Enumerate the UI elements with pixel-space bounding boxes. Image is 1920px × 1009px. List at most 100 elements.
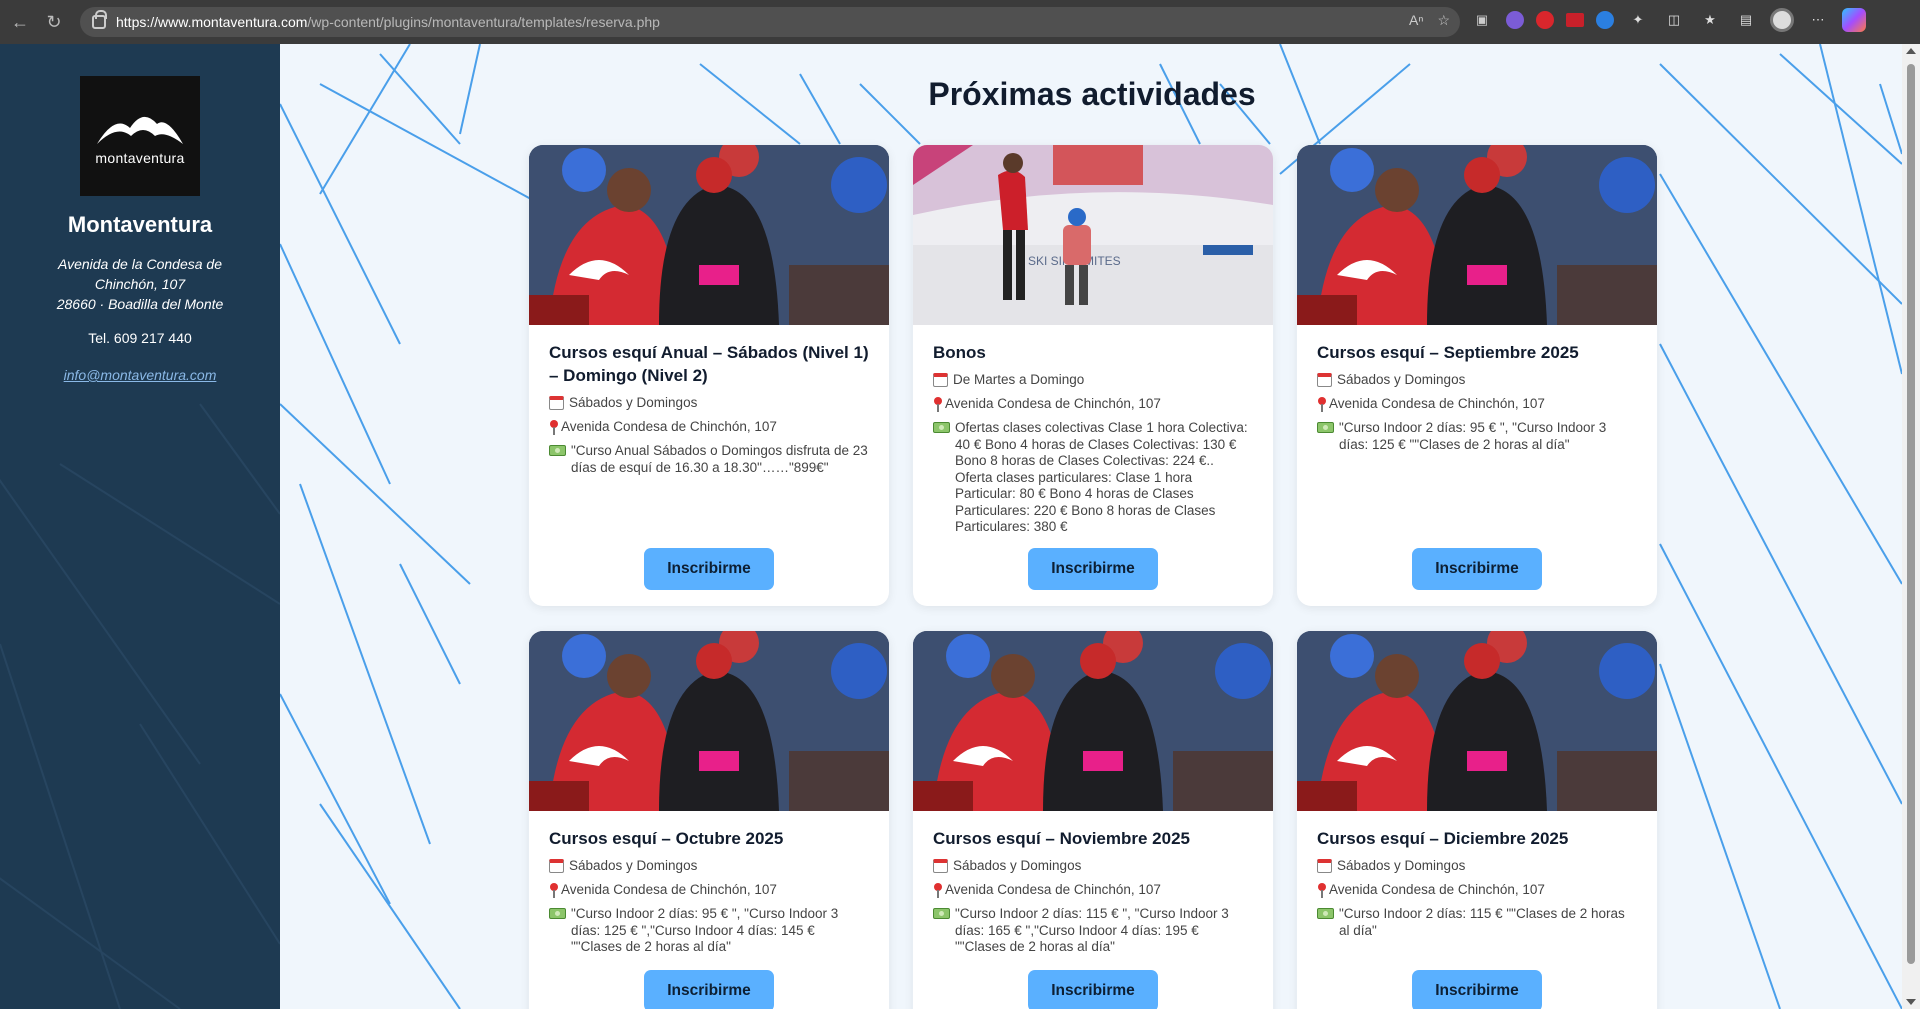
pushpin-icon xyxy=(933,883,942,898)
address-line: Avenida de la Condesa de Chinchón, 107 xyxy=(58,256,222,292)
main-content: Próximas actividades Cursos esquí Anual … xyxy=(280,44,1902,1009)
activity-card: Cursos esquí – Octubre 2025 Sábados y Do… xyxy=(529,631,889,1009)
enroll-button[interactable]: Inscribirme xyxy=(1412,548,1542,590)
activity-title: Cursos esquí Anual – Sábados (Nivel 1) –… xyxy=(549,343,869,385)
enroll-button[interactable]: Inscribirme xyxy=(644,548,774,590)
lock-icon[interactable] xyxy=(92,10,107,29)
activity-price: "Curso Indoor 2 días: 95 € ", "Curso Ind… xyxy=(1317,420,1637,453)
extension-icon[interactable] xyxy=(1506,11,1524,29)
activity-image xyxy=(1297,631,1657,811)
kids-ski-class-photo xyxy=(529,631,889,811)
back-icon[interactable]: ← xyxy=(6,8,34,36)
activity-location: Avenida Condesa de Chinchón, 107 xyxy=(933,882,1253,898)
activity-price: "Curso Anual Sábados o Domingos disfruta… xyxy=(549,443,869,476)
kids-ski-class-photo xyxy=(913,631,1273,811)
pushpin-icon xyxy=(1317,883,1326,898)
read-aloud-icon[interactable]: Aⁿ xyxy=(1409,12,1423,29)
activity-schedule: Sábados y Domingos xyxy=(1317,372,1637,388)
calendar-icon xyxy=(1317,373,1332,387)
activity-image: SKI SIN LÍMITES xyxy=(913,145,1273,325)
montaventura-logo[interactable]: montaventura xyxy=(80,76,200,196)
profile-avatar-icon[interactable] xyxy=(1770,8,1794,32)
browser-toolbar: ← ↻ https://www.montaventura.com/wp-cont… xyxy=(0,0,1920,44)
calendar-icon xyxy=(933,859,948,873)
enroll-button[interactable]: Inscribirme xyxy=(644,970,774,1009)
reload-icon[interactable]: ↻ xyxy=(40,8,68,36)
extension-icon[interactable] xyxy=(1596,11,1614,29)
kids-ski-class-photo xyxy=(1297,631,1657,811)
activity-schedule: Sábados y Domingos xyxy=(933,858,1253,874)
activity-card: Cursos esquí – Noviembre 2025 Sábados y … xyxy=(913,631,1273,1009)
scroll-down-arrow-icon[interactable] xyxy=(1906,999,1916,1005)
logo-text: montaventura xyxy=(95,150,185,166)
collections-icon[interactable]: ▤ xyxy=(1734,8,1758,32)
more-menu-icon[interactable]: ⋯ xyxy=(1806,8,1830,32)
money-icon xyxy=(549,908,566,919)
kids-ski-class-photo xyxy=(1297,145,1657,325)
activity-title: Cursos esquí – Noviembre 2025 xyxy=(933,829,1191,848)
activity-title: Cursos esquí – Septiembre 2025 xyxy=(1317,343,1579,362)
activity-price: "Curso Indoor 2 días: 115 € ""Clases de … xyxy=(1317,906,1637,939)
activity-image xyxy=(529,631,889,811)
scrollbar-thumb[interactable] xyxy=(1907,64,1915,964)
enroll-button[interactable]: Inscribirme xyxy=(1028,548,1158,590)
url-text: https://www.montaventura.com/wp-content/… xyxy=(116,14,660,30)
activity-location: Avenida Condesa de Chinchón, 107 xyxy=(1317,882,1637,898)
scroll-up-arrow-icon[interactable] xyxy=(1906,48,1916,54)
copilot-icon[interactable] xyxy=(1842,8,1866,32)
calendar-icon xyxy=(549,859,564,873)
activity-schedule: De Martes a Domingo xyxy=(933,372,1253,388)
address-line: 28660 · Boadilla del Monte xyxy=(56,296,224,312)
page-title: Próximas actividades xyxy=(928,76,1256,112)
activity-schedule: Sábados y Domingos xyxy=(549,858,869,874)
activity-location: Avenida Condesa de Chinchón, 107 xyxy=(933,396,1253,412)
kids-ski-class-photo xyxy=(529,145,889,325)
activity-schedule: Sábados y Domingos xyxy=(549,395,869,411)
enroll-button[interactable]: Inscribirme xyxy=(1412,970,1542,1009)
money-icon xyxy=(549,445,566,456)
activity-title: Bonos xyxy=(933,343,986,362)
activity-title: Cursos esquí – Octubre 2025 xyxy=(549,829,784,848)
money-icon xyxy=(1317,908,1334,919)
favorites-icon[interactable]: ★ xyxy=(1698,8,1722,32)
money-icon xyxy=(933,908,950,919)
activity-card: Cursos esquí – Septiembre 2025 Sábados y… xyxy=(1297,145,1657,606)
brand-name: Montaventura xyxy=(67,212,213,237)
activity-image xyxy=(529,145,889,325)
activity-location: Avenida Condesa de Chinchón, 107 xyxy=(1317,396,1637,412)
activity-location: Avenida Condesa de Chinchón, 107 xyxy=(549,419,869,435)
address-bar[interactable]: https://www.montaventura.com/wp-content/… xyxy=(80,7,1460,37)
activity-card: Cursos esquí – Diciembre 2025 Sábados y … xyxy=(1297,631,1657,1009)
money-icon xyxy=(1317,422,1334,433)
pushpin-icon xyxy=(549,883,558,898)
activity-location: Avenida Condesa de Chinchón, 107 xyxy=(549,882,869,898)
pushpin-icon xyxy=(933,397,942,412)
activity-image xyxy=(1297,145,1657,325)
extension-icon[interactable] xyxy=(1536,11,1554,29)
email-link[interactable]: info@montaventura.com xyxy=(0,367,280,383)
extensions-puzzle-icon[interactable]: ✦ xyxy=(1626,8,1650,32)
calendar-icon xyxy=(1317,859,1332,873)
extension-icon[interactable]: ▣ xyxy=(1470,8,1494,32)
address: Avenida de la Condesa de Chinchón, 107 2… xyxy=(40,254,240,314)
split-screen-icon[interactable]: ◫ xyxy=(1662,8,1686,32)
money-icon xyxy=(933,422,950,433)
pushpin-icon xyxy=(549,420,558,435)
indoor-ski-slope-photo: SKI SIN LÍMITES xyxy=(913,145,1273,325)
enroll-button[interactable]: Inscribirme xyxy=(1028,970,1158,1009)
favorite-star-icon[interactable]: ☆ xyxy=(1437,12,1450,29)
activity-price: "Curso Indoor 2 días: 115 € ", "Curso In… xyxy=(933,906,1253,956)
vertical-scrollbar[interactable] xyxy=(1902,44,1920,1009)
activity-card: SKI SIN LÍMITES Bonos De Martes a Doming… xyxy=(913,145,1273,606)
activity-price: Ofertas clases colectivas Clase 1 hora C… xyxy=(933,420,1253,536)
activity-price: "Curso Indoor 2 días: 95 € ", "Curso Ind… xyxy=(549,906,869,956)
phone: Tel. 609 217 440 xyxy=(88,330,192,346)
sidebar: montaventura Montaventura Avenida de la … xyxy=(0,44,280,1009)
activity-image xyxy=(913,631,1273,811)
activity-schedule: Sábados y Domingos xyxy=(1317,858,1637,874)
extension-icon[interactable] xyxy=(1566,13,1584,27)
calendar-icon xyxy=(549,396,564,410)
calendar-icon xyxy=(933,373,948,387)
mountain-logo-icon xyxy=(97,116,183,144)
pushpin-icon xyxy=(1317,397,1326,412)
